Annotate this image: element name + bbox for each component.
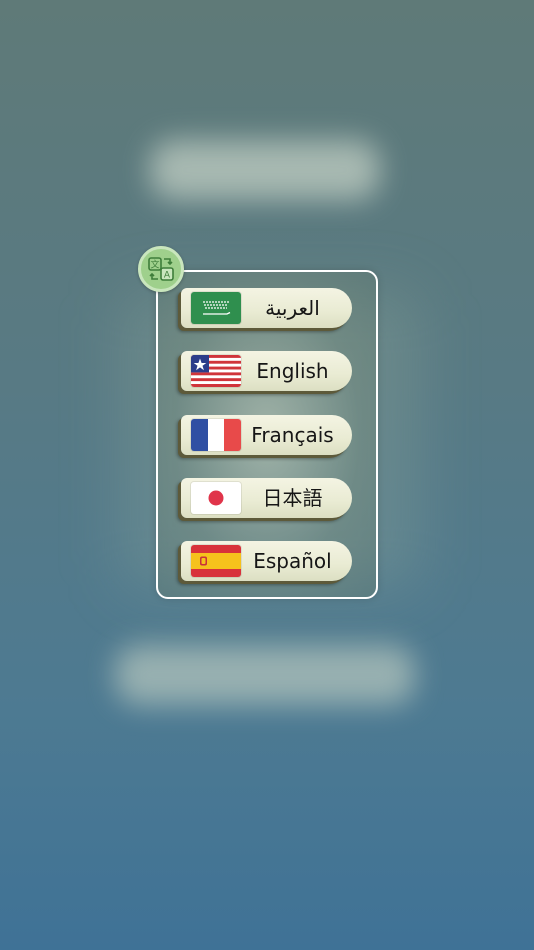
language-button-spanish[interactable]: Español — [181, 541, 352, 581]
france-flag-icon — [191, 419, 241, 451]
japan-flag-icon — [191, 482, 241, 514]
translate-icon: 文 A — [138, 246, 184, 292]
svg-text:文: 文 — [150, 259, 159, 271]
language-label-spanish: Español — [253, 549, 332, 573]
blurred-background-title — [150, 140, 380, 200]
svg-text:A: A — [164, 271, 171, 281]
language-button-arabic[interactable]: العربية — [181, 288, 352, 328]
language-button-english[interactable]: English — [181, 351, 352, 391]
translate-glyph: 文 A — [148, 257, 174, 281]
spain-flag-icon — [191, 545, 241, 577]
language-label-arabic: العربية — [265, 296, 320, 320]
saudi-arabia-flag-icon — [191, 292, 241, 324]
language-button-japanese[interactable]: 日本語 — [181, 478, 352, 518]
language-label-french: Français — [251, 423, 334, 447]
language-label-english: English — [256, 359, 329, 383]
language-label-japanese: 日本語 — [262, 486, 323, 510]
blurred-background-button — [115, 645, 415, 705]
language-button-french[interactable]: Français — [181, 415, 352, 455]
liberia-flag-icon — [191, 355, 241, 387]
